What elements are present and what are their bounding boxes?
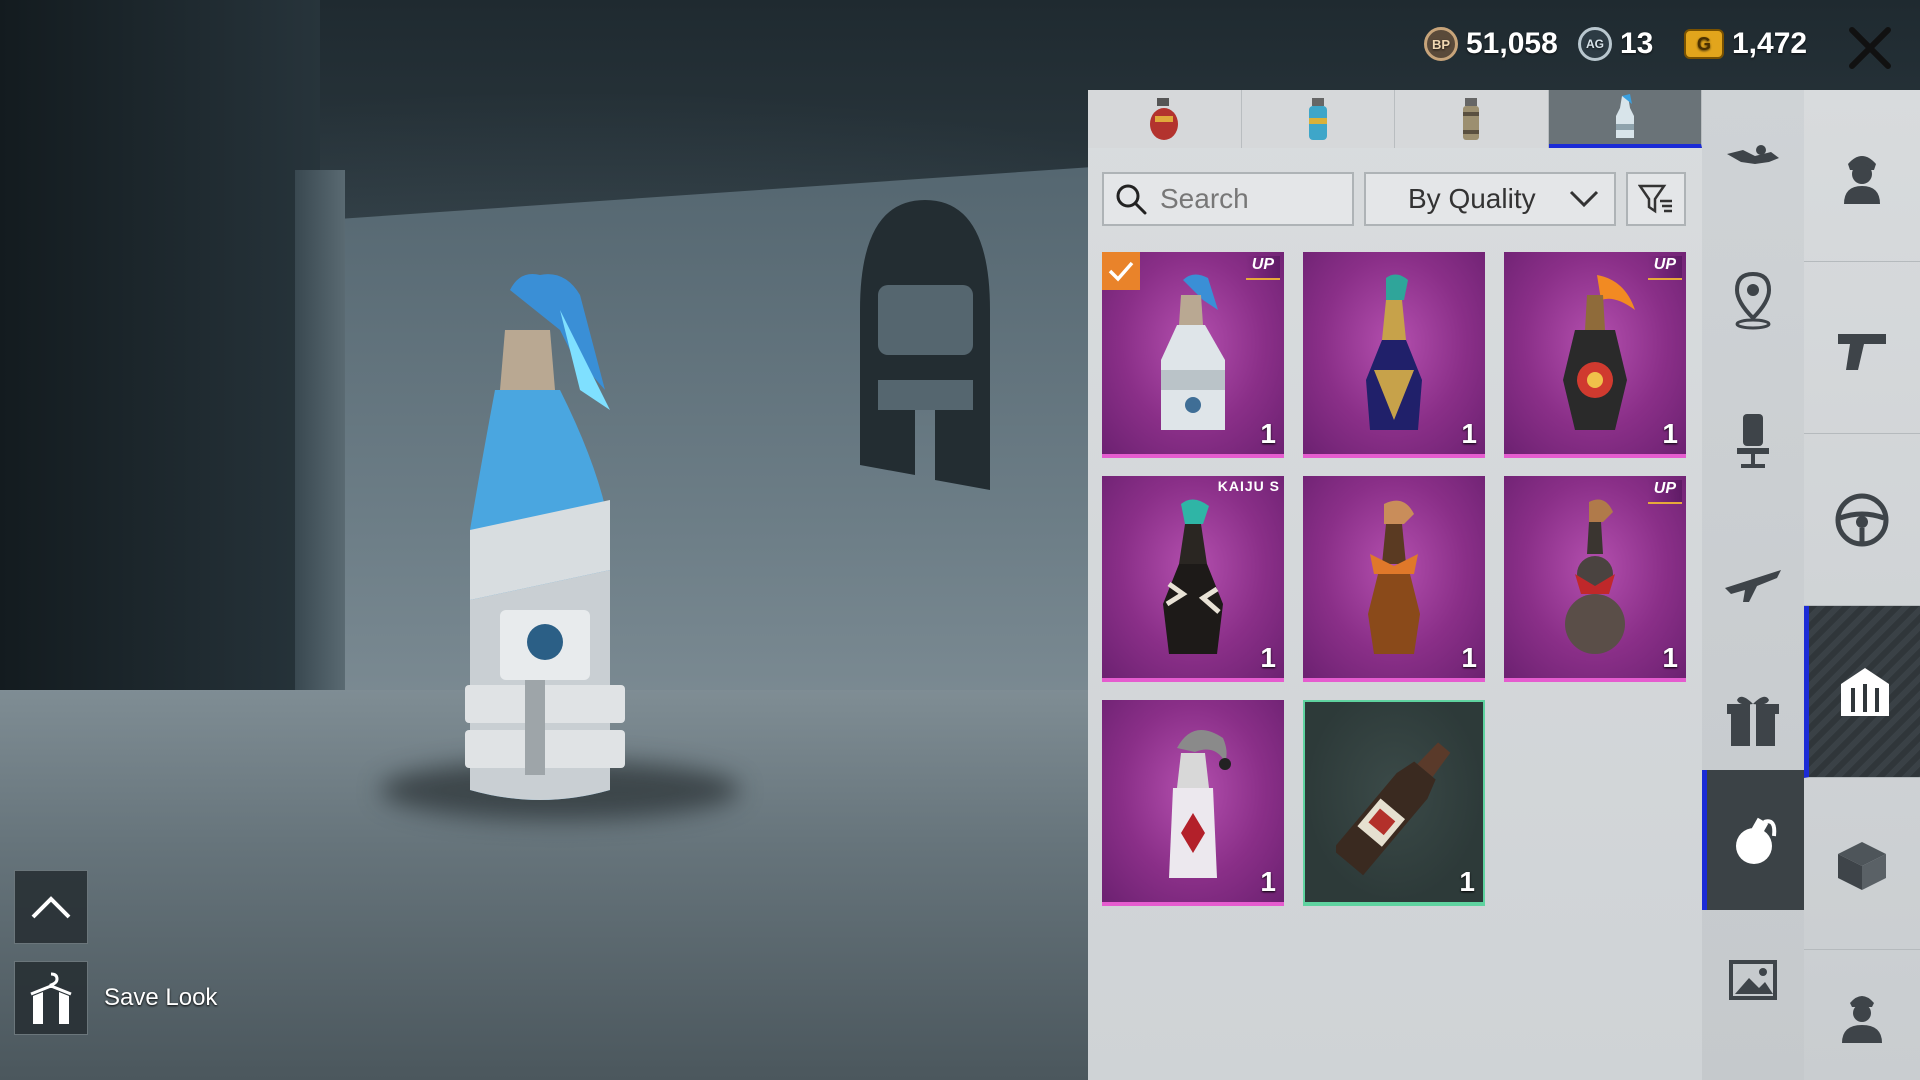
search-icon: [1116, 184, 1147, 215]
crate-icon: [1838, 841, 1886, 890]
filter-button[interactable]: [1626, 172, 1686, 226]
nav-outfit[interactable]: [1804, 90, 1920, 262]
steering-wheel-icon: [1835, 493, 1889, 546]
soldier-icon: [1842, 996, 1882, 1043]
search-input[interactable]: [1158, 182, 1342, 216]
item-card-bow-bottle-molotov[interactable]: 1: [1303, 476, 1485, 682]
nav-lobby-chair[interactable]: [1702, 370, 1804, 510]
nav-vehicles[interactable]: [1804, 434, 1920, 606]
nav-gallery[interactable]: [1702, 910, 1804, 1050]
picture-icon: [1729, 960, 1777, 1000]
navy-gold-molotov-icon: [1366, 274, 1422, 430]
nav-vehicle-plane[interactable]: [1702, 510, 1804, 650]
item-card-kaiju-molotov[interactable]: KAIJU S 1: [1102, 476, 1284, 682]
lantern-molotov-icon: [1563, 275, 1635, 430]
nav-emote[interactable]: [1702, 230, 1804, 370]
item-count: 1: [1662, 642, 1678, 673]
nav-armory[interactable]: [1804, 606, 1920, 778]
upgradable-badge: UP: [1647, 480, 1682, 504]
bp-currency: BP 51,058: [1424, 22, 1558, 66]
sort-dropdown-value: By Quality: [1408, 183, 1536, 214]
equipped-check-icon: [1102, 252, 1140, 290]
tab-molotov[interactable]: [1548, 90, 1702, 148]
kaiju-badge: KAIJU S: [1217, 478, 1280, 494]
smoke-grenade-tab-icon: [1308, 98, 1327, 140]
item-count: 1: [1461, 418, 1477, 449]
close-icon[interactable]: [1842, 20, 1898, 76]
skydiver-icon: [1727, 145, 1779, 164]
gourd-molotov-icon: [1565, 499, 1625, 654]
frag-grenade-tab-icon: [1150, 98, 1179, 140]
pistol-icon: [1838, 333, 1886, 370]
item-card-classic-molotov[interactable]: 1: [1303, 700, 1485, 906]
g-coin-icon: G: [1684, 29, 1724, 59]
item-count: 1: [1260, 642, 1276, 673]
save-look-label: Save Look: [104, 984, 218, 1011]
filter-icon: [1638, 184, 1672, 214]
hanger-outfit-icon: [14, 961, 88, 1035]
g-currency: G 1,472: [1684, 22, 1807, 66]
chevron-up-icon: [31, 896, 71, 919]
ag-currency: AG 13: [1578, 22, 1653, 66]
bp-coin-icon: BP: [1424, 27, 1458, 61]
item-count: 1: [1260, 418, 1276, 449]
sort-dropdown[interactable]: By Quality: [1364, 172, 1616, 226]
item-count: 1: [1461, 642, 1477, 673]
category-nav-primary: [1702, 90, 1804, 1080]
ag-amount: 13: [1620, 27, 1654, 60]
character-icon: [1844, 155, 1880, 204]
chair-icon: [1737, 414, 1769, 468]
tab-frag-grenade[interactable]: [1088, 90, 1242, 148]
upgradable-badge: UP: [1647, 256, 1682, 280]
nav-gifts[interactable]: [1702, 650, 1804, 790]
save-look-button[interactable]: Save Look: [14, 960, 217, 1036]
tab-stun-grenade[interactable]: [1395, 90, 1549, 148]
throwable-tabs: [1088, 90, 1702, 148]
g-amount: 1,472: [1732, 27, 1808, 60]
shield-pack-icon: [1840, 667, 1889, 716]
nav-profile[interactable]: [1804, 950, 1920, 1080]
upgradable-badge: UP: [1245, 256, 1280, 280]
bow-bottle-molotov-icon: [1368, 500, 1420, 654]
item-card-navy-gold-molotov[interactable]: 1: [1303, 252, 1485, 458]
molotov-tab-icon: [1615, 94, 1634, 138]
chevron-down-icon: [1569, 190, 1599, 208]
inventory-panel: By Quality UP 1: [1088, 90, 1702, 1080]
map-pin-icon: [1734, 271, 1772, 330]
bp-amount: 51,058: [1466, 27, 1558, 60]
item-count: 1: [1662, 418, 1678, 449]
nav-crates[interactable]: [1804, 778, 1920, 950]
grenade-icon: [1735, 817, 1776, 864]
molotov-preview-model[interactable]: [440, 270, 640, 800]
tab-smoke-grenade[interactable]: [1241, 90, 1395, 148]
item-card-jester-molotov[interactable]: 1: [1102, 700, 1284, 906]
search-box[interactable]: [1102, 172, 1354, 226]
expand-up-button[interactable]: [14, 870, 88, 944]
category-nav-secondary: [1804, 90, 1920, 1080]
jester-molotov-icon: [1169, 730, 1231, 878]
airplane-icon: [1725, 570, 1781, 602]
kaiju-molotov-icon: [1163, 499, 1223, 654]
pubg-helmet-logo: [860, 200, 990, 490]
ice-skull-molotov-icon: [1161, 274, 1225, 430]
item-count: 1: [1260, 866, 1276, 897]
classic-molotov-icon: [1336, 742, 1451, 876]
nav-throwables[interactable]: [1702, 770, 1804, 910]
item-count: 1: [1459, 866, 1475, 897]
stun-grenade-tab-icon: [1463, 98, 1480, 140]
ag-coin-icon: AG: [1578, 27, 1612, 61]
item-card-lantern-molotov[interactable]: UP 1: [1504, 252, 1686, 458]
item-card-gourd-molotov[interactable]: UP 1: [1504, 476, 1686, 682]
gift-box-icon: [1727, 696, 1779, 746]
item-card-ice-skull-molotov[interactable]: UP 1: [1102, 252, 1284, 458]
nav-parachute[interactable]: [1702, 90, 1804, 230]
nav-weapons[interactable]: [1804, 262, 1920, 434]
